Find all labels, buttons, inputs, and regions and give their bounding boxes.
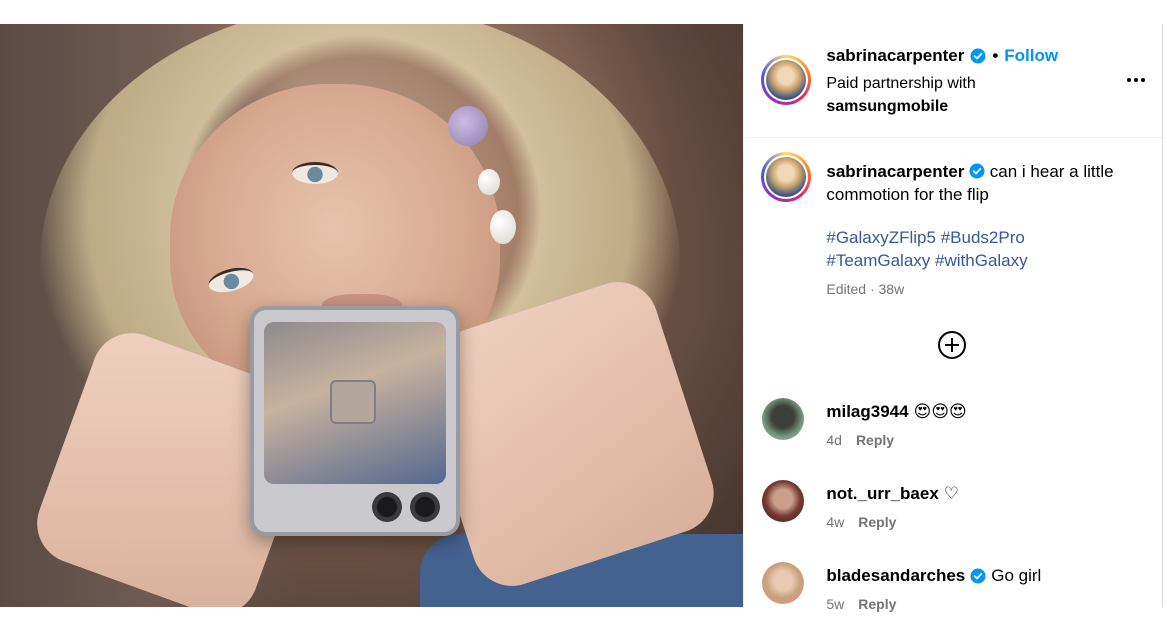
comment-text: 😍😍😍 — [913, 402, 967, 421]
hashtag-link[interactable]: #withGalaxy — [935, 251, 1028, 270]
post-container: sabrinacarpenter • Follow Paid partnersh… — [0, 24, 1163, 612]
author-line: sabrinacarpenter • Follow — [826, 46, 1058, 66]
photo-phone-screen — [264, 322, 446, 484]
separator-dot: • — [992, 46, 999, 65]
commenter-avatar[interactable] — [762, 398, 805, 440]
comment-item: milag3944 😍😍😍 4d Reply — [744, 398, 1163, 458]
comment-item: bladesandarches Go girl 5w Reply — [744, 562, 1163, 622]
photo-phone-mini — [330, 380, 376, 424]
partnership-prefix: Paid partnership with — [826, 75, 976, 92]
caption-author-username[interactable]: sabrinacarpenter — [826, 162, 964, 181]
commenter-username[interactable]: milag3944 — [826, 402, 908, 422]
edited-timestamp: Edited · 38w — [826, 281, 905, 297]
photo-phone — [250, 306, 460, 536]
author-avatar[interactable] — [761, 55, 812, 105]
verified-badge-icon — [969, 163, 985, 179]
reply-button[interactable]: Reply — [858, 596, 896, 612]
verified-badge-icon — [970, 568, 986, 584]
photo-pearl-2 — [490, 210, 516, 244]
partner-link[interactable]: samsungmobile — [826, 95, 975, 118]
comment-age: 5w — [826, 596, 845, 612]
more-options-icon[interactable] — [1124, 68, 1148, 92]
post-photo[interactable] — [0, 24, 744, 607]
post-caption: sabrinacarpenter can i hear a little com… — [826, 160, 1146, 206]
hashtag-link[interactable]: #GalaxyZFlip5 — [826, 228, 936, 247]
hashtag-link[interactable]: #Buds2Pro — [941, 228, 1025, 247]
photo-eye-right — [292, 162, 338, 184]
photo-earbud — [448, 106, 488, 146]
hashtag-link[interactable]: #TeamGalaxy — [826, 251, 930, 270]
comment-text: ♡ — [943, 484, 960, 503]
comment-item: not._urr_baex ♡ 4w Reply — [744, 480, 1163, 540]
reply-button[interactable]: Reply — [856, 432, 894, 448]
post-side-panel: sabrinacarpenter • Follow Paid partnersh… — [743, 24, 1163, 612]
reply-button[interactable]: Reply — [858, 514, 896, 530]
comment-text: Go girl — [991, 566, 1042, 585]
photo-pearl-1 — [478, 169, 500, 195]
caption-author-avatar[interactable] — [761, 152, 812, 202]
photo-phone-camera-1 — [372, 492, 402, 522]
commenter-avatar[interactable] — [762, 480, 805, 522]
follow-button[interactable]: Follow — [1004, 46, 1058, 66]
hashtags: #GalaxyZFlip5 #Buds2Pro #TeamGalaxy #wit… — [826, 226, 1146, 272]
verified-badge-icon — [970, 48, 986, 64]
photo-phone-camera-2 — [410, 492, 440, 522]
add-circle-icon[interactable] — [937, 330, 967, 360]
commenter-username[interactable]: not._urr_baex — [826, 484, 938, 504]
comment-age: 4w — [826, 514, 845, 530]
commenter-avatar[interactable] — [762, 562, 805, 604]
partnership-label: Paid partnership with samsungmobile — [826, 72, 975, 118]
author-username[interactable]: sabrinacarpenter — [826, 46, 964, 66]
comment-age: 4d — [826, 432, 842, 448]
post-header: sabrinacarpenter • Follow Paid partnersh… — [744, 24, 1162, 138]
commenter-username[interactable]: bladesandarches — [826, 566, 965, 586]
